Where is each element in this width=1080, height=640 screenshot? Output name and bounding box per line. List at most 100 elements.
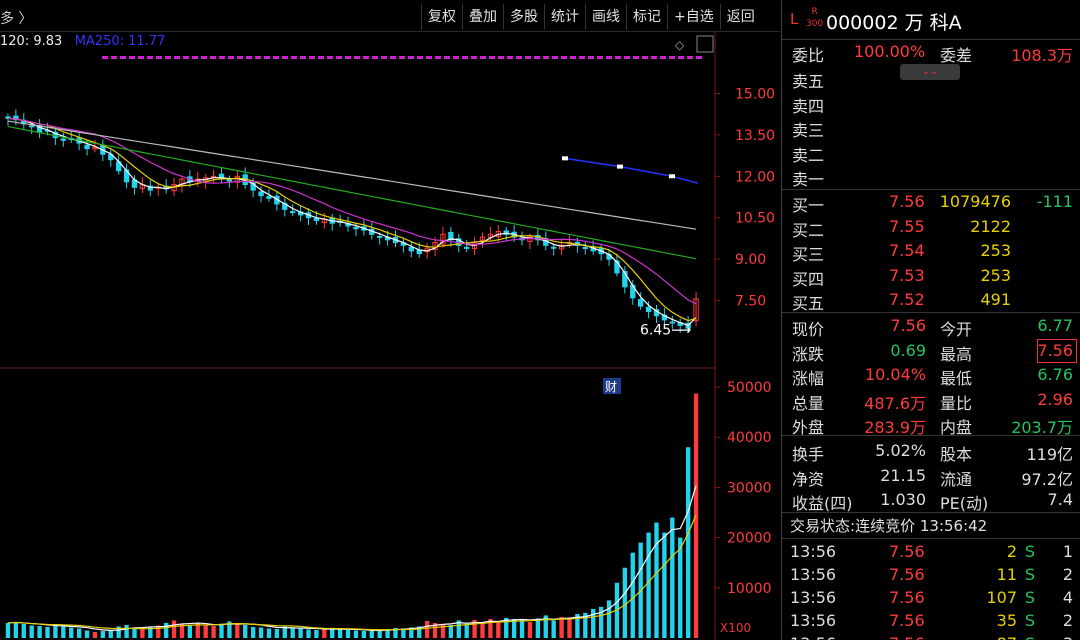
ask-row[interactable]: 卖五 bbox=[782, 66, 1080, 91]
weicha-value: 108.3万 bbox=[1011, 46, 1073, 65]
stat-row[interactable]: 外盘 283.9万 内盘 203.7万 bbox=[782, 412, 1080, 437]
tick-count: 2 bbox=[1062, 611, 1073, 630]
volume-bar bbox=[630, 552, 635, 638]
ma250-value: MA250: 11.77 bbox=[74, 34, 166, 49]
volume-bar bbox=[527, 621, 533, 638]
status-label: 交易状态: bbox=[790, 517, 856, 535]
event-marker bbox=[435, 56, 441, 59]
stat-value: 21.15 bbox=[880, 465, 926, 485]
stat-row[interactable]: 换手 5.02% 股本 119亿 bbox=[782, 439, 1080, 464]
ask-label: 卖三 bbox=[792, 121, 825, 140]
event-marker bbox=[687, 56, 693, 59]
stat-value: 487.6万 bbox=[864, 393, 926, 413]
bid-row[interactable]: 买五 7.52 491 bbox=[782, 288, 1080, 313]
bid-price: 7.56 bbox=[889, 192, 925, 211]
volume-bar bbox=[480, 622, 485, 638]
event-marker bbox=[480, 56, 486, 59]
stat-row[interactable]: 净资 21.15 流通 97.2亿 bbox=[782, 464, 1080, 489]
ask-row[interactable]: 卖二 bbox=[782, 140, 1080, 165]
event-marker bbox=[489, 56, 495, 59]
volume-bar bbox=[298, 628, 303, 638]
volume-bar bbox=[314, 629, 319, 638]
bid-row[interactable]: 买二 7.55 2122 bbox=[782, 215, 1080, 240]
volume-bar bbox=[678, 537, 683, 638]
stat-row[interactable]: 涨跌 0.69 最高 7.56 bbox=[782, 339, 1080, 364]
chart-toolbar: 多 〉 复权 叠加 多股 统计 画线 标记 +自选 返回 bbox=[0, 0, 780, 32]
tick-volume: 87 bbox=[997, 634, 1017, 640]
back-button[interactable]: 返回 bbox=[719, 4, 761, 30]
tick-row[interactable]: 13:56 7.56 11 S 2 bbox=[782, 563, 1080, 587]
volume-bar bbox=[369, 630, 374, 638]
ma-legend: 120: 9.83 MA250: 11.77 bbox=[0, 34, 165, 49]
bid-row[interactable]: 买一 7.56 1079476 -111 bbox=[782, 190, 1080, 215]
volume-bar bbox=[100, 630, 106, 638]
toolbar-buttons: 复权 叠加 多股 统计 画线 标记 +自选 返回 bbox=[421, 4, 761, 30]
volume-bar bbox=[69, 627, 74, 638]
volume-bar bbox=[187, 624, 193, 638]
bid-label: 买五 bbox=[792, 294, 825, 313]
volume-bar bbox=[622, 567, 628, 638]
stat-label: 收益(四) bbox=[792, 494, 853, 513]
volume-tick-label: 40000 bbox=[727, 430, 772, 446]
volume-bar bbox=[235, 623, 240, 638]
kline-chart-area[interactable]: ◇ 15.00 13.50 12.00 10.50 9.00 7.50 50000 40000 3… bbox=[0, 32, 780, 640]
price-tick-label: 13.50 bbox=[735, 128, 775, 144]
candle-body bbox=[290, 211, 296, 214]
stat-row[interactable]: 收益(四) 1.030 PE(动) 7.4 bbox=[782, 488, 1080, 513]
r300-badge: R 300 bbox=[806, 7, 824, 29]
volume-tick-label: 30000 bbox=[727, 480, 772, 496]
add-watchlist-button[interactable]: +自选 bbox=[667, 4, 720, 30]
candle-body bbox=[464, 246, 470, 249]
stat-value: 2.96 bbox=[1037, 389, 1073, 409]
stat-label: 最高 bbox=[940, 344, 973, 364]
ask-row[interactable]: 卖一 bbox=[782, 164, 1080, 189]
stat-value: 7.4 bbox=[1047, 490, 1073, 509]
bid-volume: 2122 bbox=[970, 216, 1011, 236]
ask-row[interactable]: 卖三 bbox=[782, 115, 1080, 140]
event-marker bbox=[363, 56, 369, 59]
volume-bar bbox=[84, 630, 90, 638]
mark-button[interactable]: 标记 bbox=[626, 4, 667, 30]
stat-row[interactable]: 总量 487.6万 量比 2.96 bbox=[782, 388, 1080, 413]
event-marker bbox=[642, 56, 648, 59]
event-marker bbox=[606, 56, 612, 59]
volume-bar bbox=[92, 631, 98, 638]
stat-label: 涨幅 bbox=[792, 369, 825, 388]
price-tick-label: 15.00 bbox=[735, 86, 775, 102]
fuquan-button[interactable]: 复权 bbox=[421, 4, 462, 30]
bid-volume: 253 bbox=[980, 241, 1011, 260]
multi-stock-button[interactable]: 多股 bbox=[503, 4, 544, 30]
bid-row[interactable]: 买三 7.54 253 bbox=[782, 239, 1080, 264]
volume-bar bbox=[519, 619, 525, 638]
volume-bar bbox=[567, 619, 572, 638]
event-marker bbox=[120, 56, 126, 59]
stat-row[interactable]: 涨幅 10.04% 最低 6.76 bbox=[782, 363, 1080, 388]
event-marker bbox=[192, 56, 198, 59]
tick-count: 4 bbox=[1062, 588, 1073, 607]
volume-bar bbox=[535, 618, 541, 638]
candle-body bbox=[377, 235, 383, 238]
stat-row[interactable]: 现价 7.56 今开 6.77 bbox=[782, 314, 1080, 339]
tick-row[interactable]: 13:56 7.56 87 S 3 bbox=[782, 632, 1080, 640]
draw-line-button[interactable]: 画线 bbox=[585, 4, 626, 30]
event-marker bbox=[579, 56, 585, 59]
candle-body bbox=[29, 125, 35, 128]
tick-row[interactable]: 13:56 7.56 2 S 1 bbox=[782, 540, 1080, 564]
status-time: 13:56:42 bbox=[919, 517, 988, 535]
overlay-button[interactable]: 叠加 bbox=[462, 4, 503, 30]
stock-header: L R 300 000002 万 科A bbox=[782, 0, 1080, 40]
stat-label: 净资 bbox=[792, 469, 825, 489]
tick-row[interactable]: 13:56 7.56 35 S 2 bbox=[782, 609, 1080, 633]
stats-button[interactable]: 统计 bbox=[544, 4, 585, 30]
ask-row[interactable]: 卖四 bbox=[782, 91, 1080, 116]
breadcrumb[interactable]: 多 〉 bbox=[0, 8, 32, 28]
volume-bar bbox=[29, 625, 34, 638]
weicha-label: 委差 bbox=[940, 46, 973, 65]
tick-volume: 107 bbox=[986, 588, 1017, 607]
event-marker bbox=[156, 56, 162, 59]
event-marker bbox=[615, 56, 621, 59]
bid-row[interactable]: 买四 7.53 253 bbox=[782, 264, 1080, 289]
event-marker bbox=[102, 56, 108, 59]
stock-name[interactable]: 000002 万 科A bbox=[826, 8, 962, 35]
tick-row[interactable]: 13:56 7.56 107 S 4 bbox=[782, 586, 1080, 610]
